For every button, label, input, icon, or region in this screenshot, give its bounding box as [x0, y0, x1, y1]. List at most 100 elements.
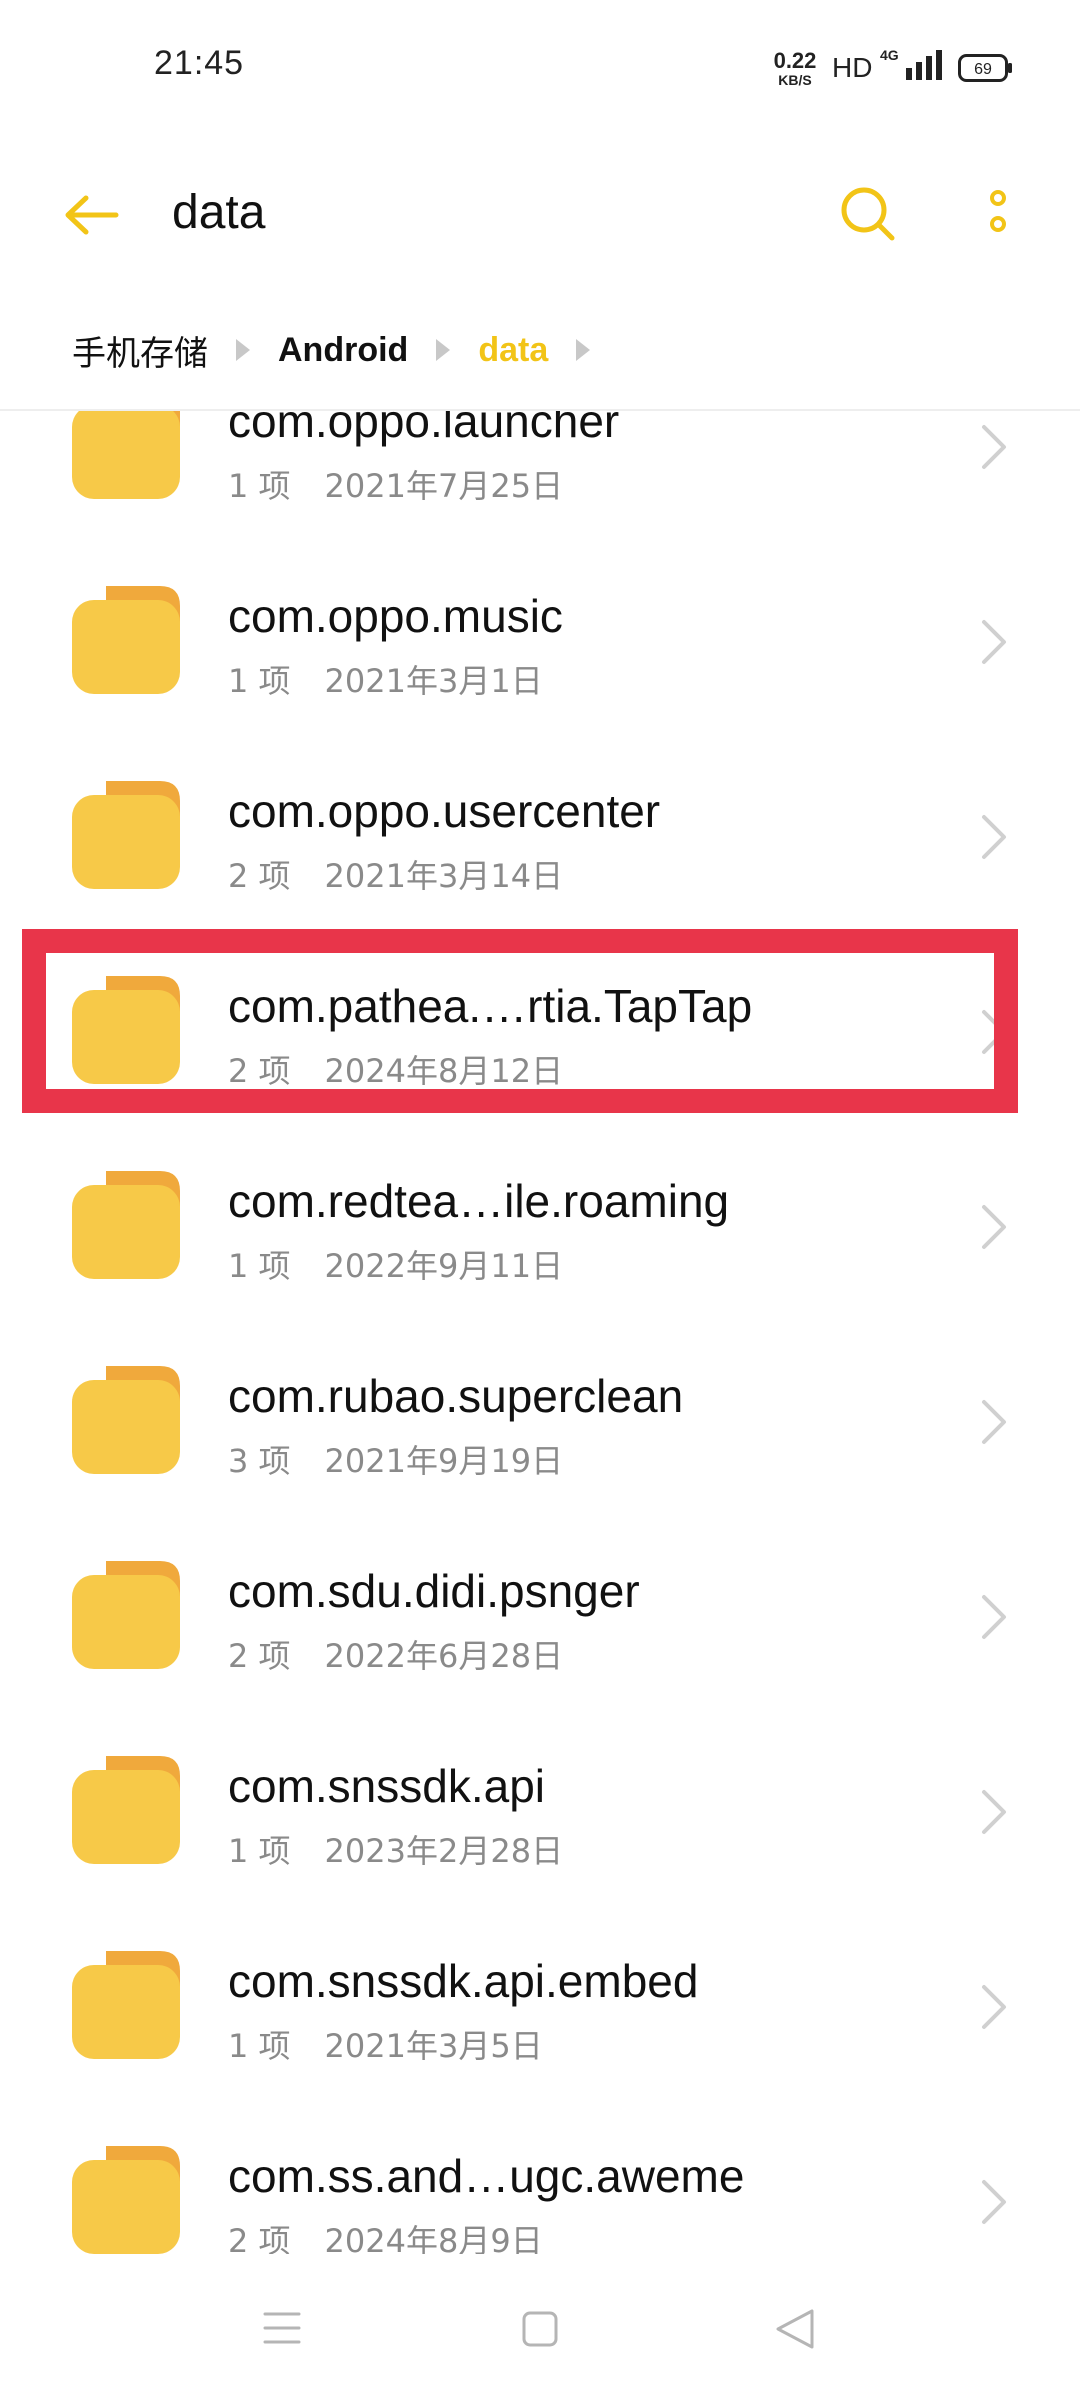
folder-name: com.oppo.music [228, 590, 563, 642]
cellular-signal-icon: 4G [880, 46, 950, 90]
file-list[interactable]: com.oppo.launcher 1 项 2021年7月25日 com.oppo… [0, 411, 1080, 2254]
item-count: 1 项 [228, 2027, 291, 2065]
system-back-button[interactable] [774, 2307, 816, 2351]
folder-icon [72, 586, 180, 694]
breadcrumb: 手机存储 Android data [72, 325, 618, 375]
folder-row[interactable]: com.oppo.launcher 1 项 2021年7月25日 [0, 411, 1080, 546]
back-triangle-icon [776, 2309, 814, 2349]
chevron-right-icon [982, 1400, 1006, 1444]
recent-apps-button[interactable] [262, 2310, 302, 2346]
breadcrumb-android[interactable]: Android [278, 331, 408, 370]
status-time: 21:45 [154, 44, 245, 82]
home-square-icon [522, 2311, 558, 2347]
battery-level: 69 [974, 61, 992, 78]
item-count: 2 项 [228, 1637, 291, 1675]
network-type-label: 4G [880, 47, 899, 63]
folder-name: com.pathea.…rtia.TapTap [228, 980, 753, 1032]
chevron-right-icon [982, 1595, 1006, 1639]
chevron-right-icon [982, 1790, 1006, 1834]
breadcrumb-separator-icon [236, 339, 250, 361]
folder-meta: 1 项 2022年9月11日 [228, 1241, 563, 1287]
folder-icon [72, 1756, 180, 1864]
item-count: 3 项 [228, 1442, 291, 1480]
folder-row[interactable]: com.oppo.music 1 项 2021年3月1日 [0, 546, 1080, 741]
folder-icon [72, 976, 180, 1084]
home-button[interactable] [522, 2311, 558, 2347]
chevron-right-icon [982, 620, 1006, 664]
folder-name: com.oppo.usercenter [228, 785, 661, 837]
back-arrow-icon [65, 195, 119, 235]
folder-icon [72, 1561, 180, 1669]
breadcrumb-separator-icon [436, 339, 451, 361]
folder-meta: 2 项 2024年8月9日 [228, 2216, 543, 2254]
modified-date: 2023年2月28日 [324, 1832, 564, 1870]
folder-meta: 1 项 2021年7月25日 [228, 461, 563, 507]
item-count: 2 项 [228, 857, 291, 895]
menu-icon [263, 2312, 301, 2344]
chevron-right-icon [982, 1010, 1006, 1054]
chevron-right-icon [982, 2180, 1006, 2224]
chevron-right-icon [982, 1985, 1006, 2029]
folder-name: com.snssdk.api [228, 1760, 546, 1812]
hd-indicator: HD [832, 52, 873, 83]
folder-name: com.snssdk.api.embed [228, 1955, 699, 2007]
folder-meta: 2 项 2024年8月12日 [228, 1046, 563, 1092]
item-count: 1 项 [228, 662, 291, 700]
search-icon [841, 187, 895, 241]
folder-row[interactable]: com.sdu.didi.psnger 2 项 2022年6月28日 [0, 1521, 1080, 1716]
folder-icon [72, 411, 180, 499]
folder-meta: 1 项 2021年3月1日 [228, 656, 543, 702]
network-speed-value: 0.22 [773, 48, 817, 73]
modified-date: 2021年3月5日 [324, 2027, 543, 2065]
item-count: 1 项 [228, 1832, 291, 1870]
folder-icon [72, 1171, 180, 1279]
back-button[interactable] [62, 190, 122, 240]
folder-row[interactable]: com.redtea…ile.roaming 1 项 2022年9月11日 [0, 1131, 1080, 1326]
battery-icon: 69 [958, 54, 1014, 86]
folder-name: com.rubao.superclean [228, 1370, 684, 1422]
page-title: data [172, 186, 266, 239]
item-count: 1 项 [228, 467, 291, 505]
folder-meta: 2 项 2022年6月28日 [228, 1631, 563, 1677]
search-button[interactable] [838, 184, 898, 244]
folder-icon [72, 1366, 180, 1474]
folder-name: com.sdu.didi.psnger [228, 1565, 640, 1617]
folder-name: com.redtea…ile.roaming [228, 1175, 730, 1227]
folder-row[interactable]: com.snssdk.api 1 项 2023年2月28日 [0, 1716, 1080, 1911]
modified-date: 2024年8月12日 [324, 1052, 564, 1090]
modified-date: 2021年3月1日 [324, 662, 543, 700]
network-speed: 0.22 KB/S [765, 48, 825, 88]
folder-row[interactable]: com.snssdk.api.embed 1 项 2021年3月5日 [0, 1911, 1080, 2106]
item-count: 2 项 [228, 1052, 291, 1090]
folder-meta: 3 项 2021年9月19日 [228, 1436, 563, 1482]
folder-icon [72, 1951, 180, 2059]
folder-meta: 1 项 2023年2月28日 [228, 1826, 563, 1872]
modified-date: 2021年7月25日 [324, 467, 564, 505]
folder-icon [72, 781, 180, 889]
modified-date: 2021年3月14日 [324, 857, 564, 895]
chevron-right-icon [982, 815, 1006, 859]
item-count: 2 项 [228, 2222, 291, 2254]
folder-row[interactable]: com.oppo.usercenter 2 项 2021年3月14日 [0, 741, 1080, 936]
modified-date: 2022年9月11日 [324, 1247, 564, 1285]
folder-meta: 2 项 2021年3月14日 [228, 851, 563, 897]
folder-icon [72, 2146, 180, 2254]
modified-date: 2022年6月28日 [324, 1637, 564, 1675]
breadcrumb-data[interactable]: data [478, 331, 548, 370]
folder-row[interactable]: com.rubao.superclean 3 项 2021年9月19日 [0, 1326, 1080, 1521]
modified-date: 2024年8月9日 [324, 2222, 543, 2254]
more-vertical-icon [990, 190, 1006, 232]
modified-date: 2021年9月19日 [324, 1442, 564, 1480]
chevron-right-icon [982, 1205, 1006, 1249]
folder-name: com.ss.and…ugc.aweme [228, 2150, 745, 2202]
folder-row-selected[interactable]: com.pathea.…rtia.TapTap 2 项 2024年8月12日 [0, 936, 1080, 1131]
chevron-right-icon [982, 425, 1006, 469]
folder-name: com.oppo.launcher [228, 411, 620, 447]
item-count: 1 项 [228, 1247, 291, 1285]
folder-row[interactable]: com.ss.and…ugc.aweme 2 项 2024年8月9日 [0, 2106, 1080, 2254]
folder-meta: 1 项 2021年3月5日 [228, 2021, 543, 2067]
network-speed-unit: KB/S [778, 72, 812, 88]
breadcrumb-phone-storage[interactable]: 手机存储 [72, 326, 208, 375]
breadcrumb-separator-icon [576, 339, 591, 361]
more-options-button[interactable] [980, 184, 1016, 244]
